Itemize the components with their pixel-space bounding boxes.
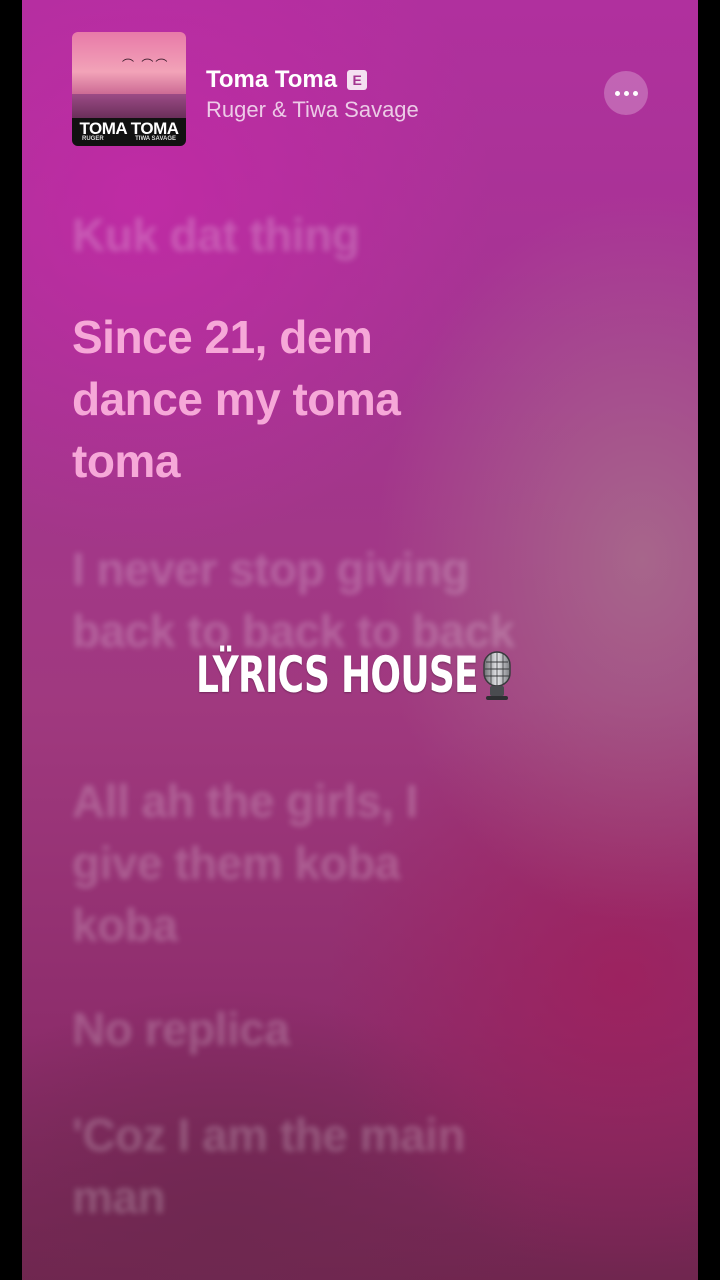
lyric-line-active[interactable]: Since 21, dem dance my toma toma: [72, 306, 472, 492]
more-dot-icon: [614, 90, 620, 96]
lyric-line[interactable]: I never stop giving back to back to back: [72, 538, 542, 662]
more-dot-icon: [623, 90, 629, 96]
microphone-icon: [483, 651, 511, 700]
explicit-badge: E: [347, 70, 368, 90]
lyrics-screen: ⌒ ⌒⌒ TOMA TOMA RUGER TIWA SAVAGE Toma To…: [22, 0, 698, 1280]
birds-icon: ⌒ ⌒⌒: [122, 58, 170, 72]
lyric-line[interactable]: 'Coz I am the main man: [72, 1104, 542, 1228]
artwork-artist-left: RUGER: [82, 136, 104, 142]
album-artwork[interactable]: ⌒ ⌒⌒ TOMA TOMA RUGER TIWA SAVAGE: [72, 32, 186, 146]
now-playing-header: ⌒ ⌒⌒ TOMA TOMA RUGER TIWA SAVAGE Toma To…: [22, 0, 698, 170]
more-dot-icon: [632, 90, 638, 96]
song-title-row[interactable]: Toma Toma E: [206, 66, 368, 94]
artwork-artist-right: TIWA SAVAGE: [135, 136, 176, 142]
song-title: Toma Toma: [206, 66, 338, 93]
lyric-line[interactable]: No replica: [72, 998, 592, 1060]
artwork-water: [72, 94, 186, 118]
watermark-text: LŸRICS HOUSE: [196, 646, 479, 704]
lyric-line[interactable]: All ah the girls, I give them koba koba: [72, 770, 472, 956]
song-artist[interactable]: Ruger & Tiwa Savage: [206, 97, 419, 123]
artwork-artists: RUGER TIWA SAVAGE: [72, 136, 186, 142]
lyric-line[interactable]: Kuk dat thing: [72, 204, 592, 266]
more-options-button[interactable]: [604, 71, 648, 115]
